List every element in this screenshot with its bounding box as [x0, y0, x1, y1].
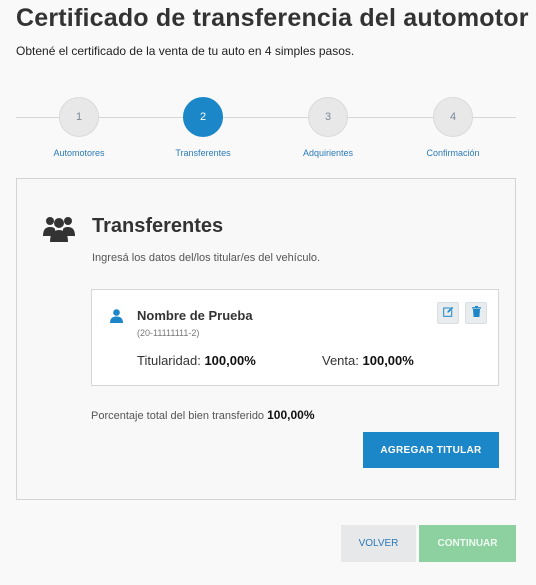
titularidad-value: 100,00% — [204, 353, 256, 368]
step-label: Automotores — [53, 148, 105, 158]
step-label: Confirmación — [426, 148, 480, 158]
continue-button[interactable]: CONTINUAR — [419, 525, 516, 562]
users-icon — [43, 214, 75, 242]
holder-name: Nombre de Prueba — [137, 308, 253, 323]
holder-id: (20-11111111-2) — [137, 328, 200, 338]
step-number: 1 — [59, 97, 99, 137]
trash-icon — [471, 304, 481, 322]
edit-icon — [442, 304, 454, 322]
titularidad-label: Titularidad: — [137, 353, 201, 368]
step-transferentes[interactable]: 2 Transferentes — [158, 96, 248, 158]
titularidad-stat: Titularidad: 100,00% — [137, 353, 256, 368]
step-number: 3 — [308, 97, 348, 137]
step-automotores[interactable]: 1 Automotores — [34, 96, 124, 158]
add-holder-button[interactable]: AGREGAR TITULAR — [363, 432, 499, 468]
step-adquirientes[interactable]: 3 Adquirientes — [283, 96, 373, 158]
venta-stat: Venta: 100,00% — [322, 353, 414, 368]
delete-holder-button[interactable] — [465, 302, 487, 324]
page: Certificado de transferencia del automot… — [0, 0, 536, 585]
venta-label: Venta: — [322, 353, 359, 368]
edit-holder-button[interactable] — [437, 302, 459, 324]
step-confirmacion[interactable]: 4 Confirmación — [408, 96, 498, 158]
step-number: 2 — [183, 97, 223, 137]
holder-card: Nombre de Prueba (20-11111111-2) Titular… — [91, 289, 499, 386]
back-button[interactable]: VOLVER — [341, 525, 416, 562]
panel-description: Ingresá los datos del/los titular/es del… — [92, 252, 321, 264]
transferentes-panel: Transferentes Ingresá los datos del/los … — [16, 178, 516, 500]
page-title: Certificado de transferencia del automot… — [16, 4, 529, 32]
total-percentage: Porcentaje total del bien transferido 10… — [91, 408, 315, 422]
panel-title: Transferentes — [92, 215, 224, 237]
step-label: Transferentes — [175, 148, 231, 158]
venta-value: 100,00% — [362, 353, 414, 368]
stepper: 1 Automotores 2 Transferentes 3 Adquirie… — [16, 96, 516, 166]
page-subtitle: Obtené el certificado de la venta de tu … — [16, 44, 355, 58]
step-label: Adquirientes — [302, 148, 354, 158]
step-number: 4 — [433, 97, 473, 137]
user-icon — [110, 309, 123, 323]
total-label: Porcentaje total del bien transferido — [91, 410, 265, 422]
total-value: 100,00% — [267, 408, 315, 422]
